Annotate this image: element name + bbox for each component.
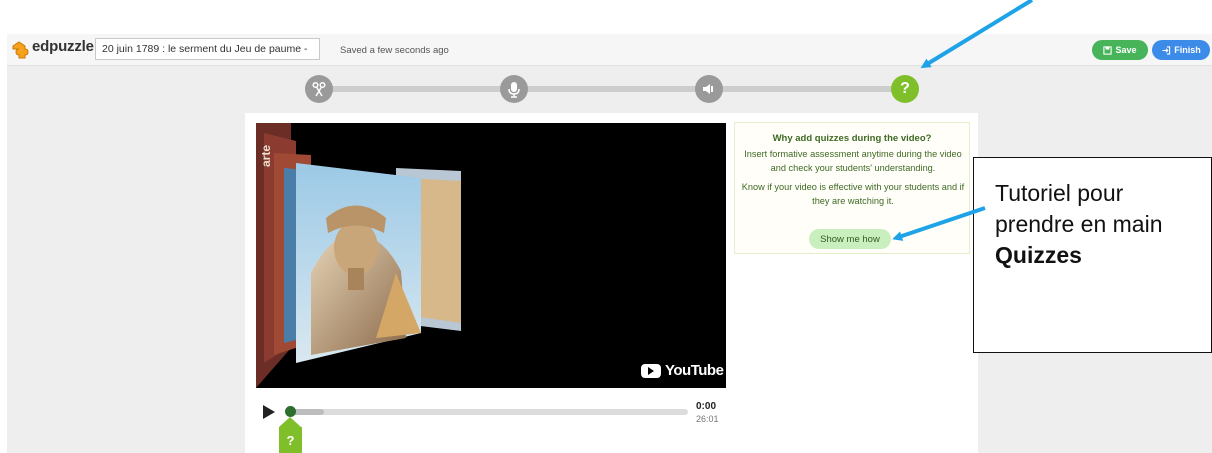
quiz-marker-arrow	[279, 417, 301, 427]
video-title-input[interactable]	[95, 38, 320, 60]
speaker-icon	[703, 84, 713, 94]
quiz-marker-label: ?	[279, 427, 302, 453]
tool-track	[318, 86, 906, 92]
save-status: Saved a few seconds ago	[340, 45, 449, 56]
progress-handle[interactable]	[285, 406, 296, 417]
save-button[interactable]: Save	[1092, 40, 1148, 60]
annotation-text: Tutoriel pour prendre en main Quizzes	[995, 178, 1205, 271]
show-me-how-button[interactable]: Show me how	[809, 229, 891, 249]
annotation-box: Tutoriel pour prendre en main Quizzes	[973, 157, 1212, 353]
cut-tool-button[interactable]	[305, 75, 333, 103]
logo-text[interactable]: edpuzzle	[32, 38, 94, 55]
info-text-1: Insert formative assessment anytime duri…	[744, 149, 962, 173]
finish-button[interactable]: Finish	[1152, 40, 1210, 60]
annotation-strong-text: Quizzes	[995, 242, 1082, 268]
current-time: 0:00	[696, 401, 717, 412]
scissors-icon	[312, 81, 326, 97]
progress-bar[interactable]	[290, 409, 688, 415]
youtube-watermark[interactable]: YouTube	[641, 362, 724, 379]
exit-arrow-icon	[1162, 45, 1171, 55]
edpuzzle-logo-icon[interactable]	[10, 40, 30, 60]
total-time: 26:01	[696, 414, 719, 424]
video-thumbnail-image: arte	[256, 123, 461, 388]
arte-badge: arte	[259, 145, 273, 167]
voiceover-tool-button[interactable]	[500, 75, 528, 103]
microphone-icon	[508, 81, 520, 98]
video-player[interactable]: arte	[256, 123, 726, 388]
play-button[interactable]	[263, 405, 275, 419]
info-title: Why add quizzes during the video?	[772, 133, 932, 144]
floppy-disk-icon	[1103, 45, 1113, 55]
annotation-main-text: Tutoriel pour prendre en main	[995, 180, 1163, 237]
quiz-tool-button[interactable]: ?	[891, 75, 919, 103]
info-text-2: Know if your video is effective with you…	[741, 182, 965, 206]
quiz-marker[interactable]: ?	[279, 417, 302, 453]
save-label: Save	[1115, 45, 1137, 55]
quiz-info-box: Why add quizzes during the video? Insert…	[734, 122, 970, 254]
finish-label: Finish	[1174, 45, 1201, 55]
youtube-text: YouTube	[665, 362, 724, 379]
youtube-play-icon	[641, 363, 661, 378]
audio-note-tool-button[interactable]	[695, 75, 723, 103]
